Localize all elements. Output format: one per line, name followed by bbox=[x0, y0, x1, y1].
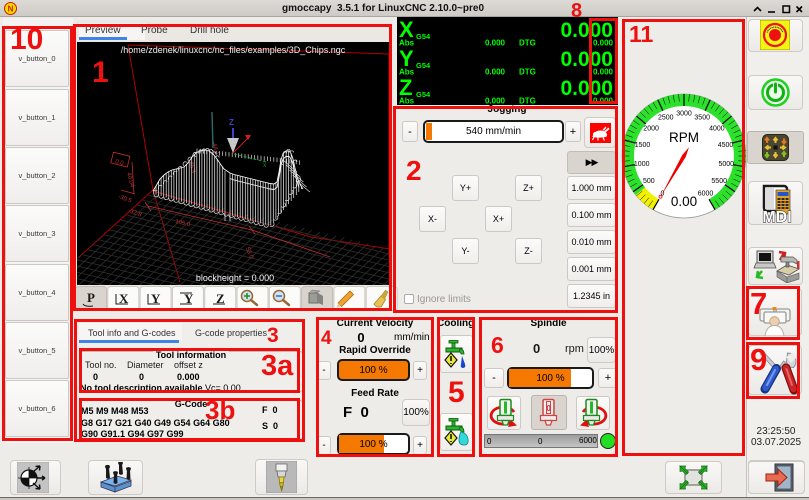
svg-text:0.000: 0.000 bbox=[485, 39, 506, 48]
svg-text:0.000: 0.000 bbox=[485, 68, 506, 77]
svg-text:G54: G54 bbox=[416, 90, 431, 99]
svg-text:DTG: DTG bbox=[519, 68, 536, 77]
svg-text:DTG: DTG bbox=[519, 39, 536, 48]
svg-text:G54: G54 bbox=[416, 32, 431, 41]
svg-text:MDI: MDI bbox=[762, 209, 791, 223]
svg-text:G54: G54 bbox=[416, 61, 431, 70]
